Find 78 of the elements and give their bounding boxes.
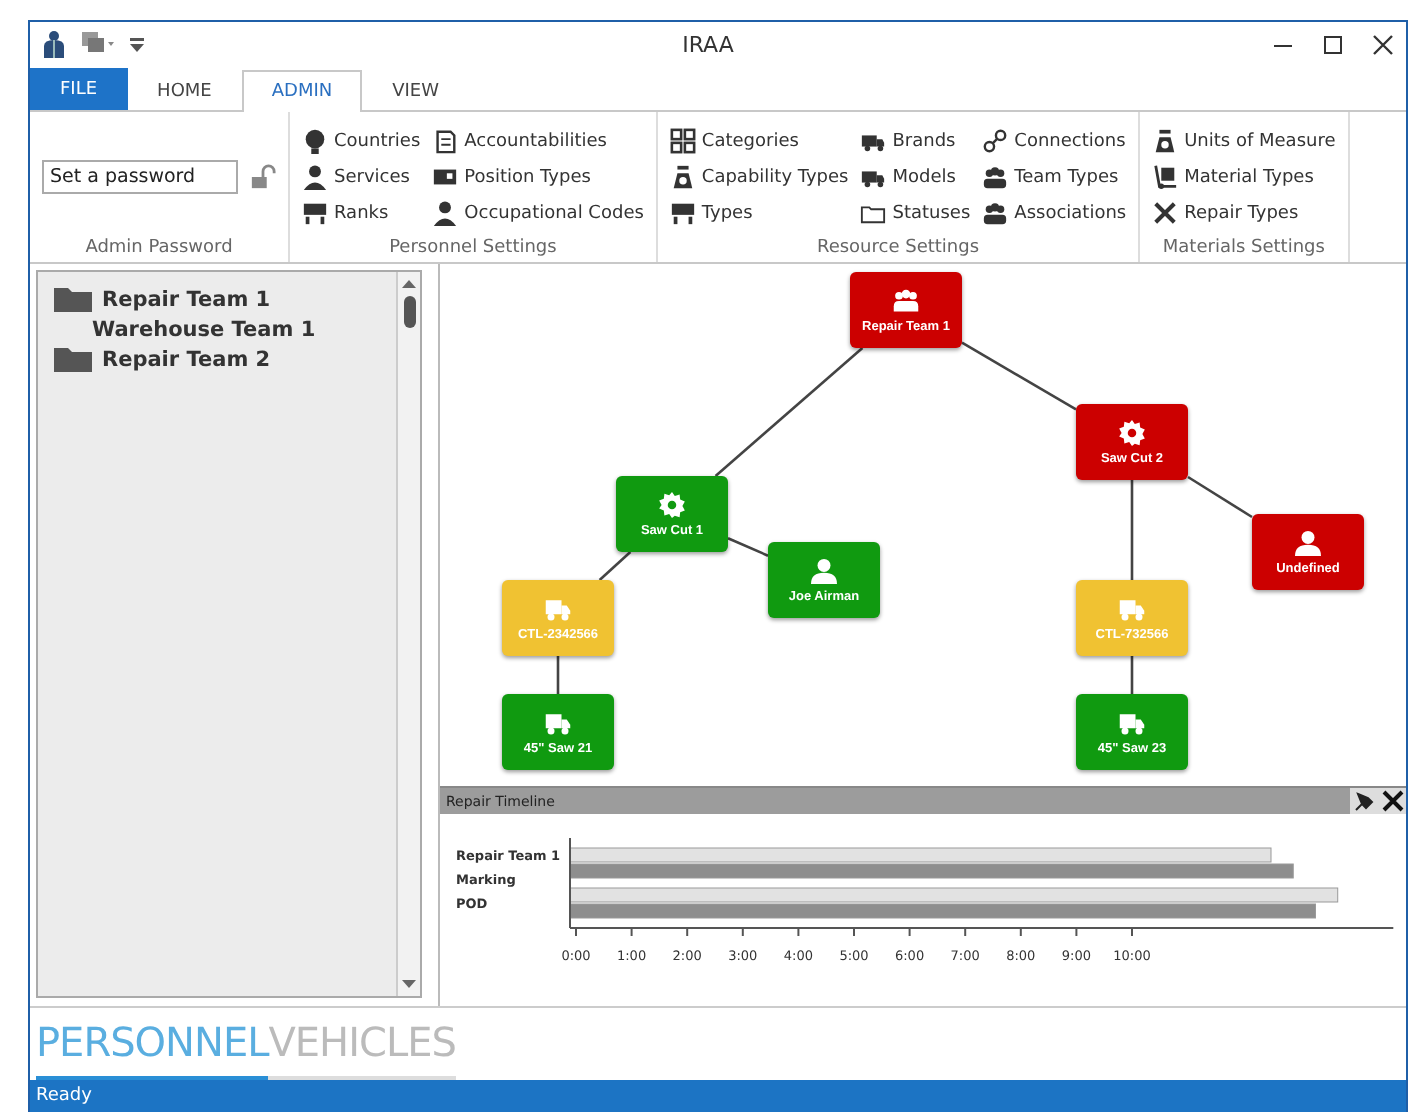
people-icon [892,287,920,313]
ribbon-command[interactable]: Types [669,198,849,228]
ribbon-tab[interactable]: VIEW [362,70,470,110]
group-title: Resource Settings [814,238,982,262]
card-icon [432,164,459,190]
ribbon-command[interactable]: Accountabilities [432,126,644,156]
ribbon-command[interactable]: Team Types [982,162,1127,192]
unlocked-padlock-icon [250,164,276,190]
tree-item[interactable]: Repair Team 1 [54,284,397,314]
ribbon-command[interactable]: Countries [302,126,421,156]
ribbon-command[interactable]: Ranks [302,198,421,228]
ribbon-command[interactable]: Statuses [860,198,971,228]
gear-icon [658,491,686,517]
ribbon-command[interactable]: Position Types [432,162,644,192]
person-icon [302,164,328,190]
connector-line [1130,656,1134,694]
ribbon-tab[interactable]: HOME [127,70,242,110]
scroll-thumb[interactable] [403,296,416,328]
ribbon-command[interactable]: Associations [982,198,1127,228]
ribbon-command[interactable]: Material Types [1152,162,1336,192]
folder-icon [54,286,94,312]
truck-icon [1118,709,1146,735]
window-title: IRAA [680,31,736,57]
connector-line [598,551,632,581]
folder-icon [54,346,94,372]
truck-icon [544,709,572,735]
group-title: Admin Password [83,238,235,262]
connector-line [1130,480,1134,580]
gear-icon [1118,419,1146,445]
connector-line [961,341,1077,411]
status-text: Ready [30,1080,1406,1112]
close-button[interactable] [1378,788,1406,814]
ribbon-command[interactable]: Brands [860,126,971,156]
truck-icon [1118,595,1146,621]
people-icon [982,164,1009,190]
pin-button[interactable] [1350,788,1378,814]
maximize-icon[interactable] [1322,33,1344,55]
tree-item[interactable]: Warehouse Team 1 [54,314,397,344]
scrollbar[interactable] [396,272,421,996]
ribbon-tab[interactable]: FILE [30,68,128,110]
close-icon [1381,790,1403,812]
person-icon [432,200,459,226]
group-title: Personnel Settings [387,238,559,262]
person-icon [810,557,838,583]
tree-item[interactable]: Repair Team 2 [54,344,397,374]
ribbon-command[interactable]: Models [860,162,971,192]
document-icon [432,128,459,154]
link-icon [982,128,1009,154]
windows-stack-icon[interactable] [82,32,114,56]
ribbon-command[interactable]: Occupational Codes [432,198,644,228]
table-icon [669,200,696,226]
y-axis [569,837,571,929]
app-logo-icon [42,30,66,58]
password-field[interactable]: Set a password [42,160,238,194]
people-icon [982,200,1009,226]
pin-icon [1353,790,1375,812]
connector-line [1187,475,1253,519]
scale-icon [669,164,696,190]
scroll-up-icon[interactable] [402,278,417,290]
ribbon-command[interactable]: Repair Types [1152,198,1336,228]
connector-line [727,537,769,557]
group-title: Materials Settings [1160,238,1327,262]
scroll-down-icon[interactable] [402,978,417,990]
ribbon-command[interactable]: Connections [982,126,1127,156]
hand-truck-icon [1152,164,1179,190]
truck-icon [544,595,572,621]
ribbon-command[interactable]: Services [302,162,421,192]
ribbon-command[interactable]: Categories [669,126,849,156]
close-icon[interactable] [1372,33,1394,55]
ribbon-command[interactable]: Units of Measure [1152,126,1336,156]
connector-line [556,656,560,694]
table-icon [302,200,328,226]
ribbon-tab[interactable]: ADMIN [241,70,363,112]
scale-icon [1152,128,1179,154]
person-icon [1294,529,1322,555]
ribbon-command[interactable]: Capability Types [669,162,849,192]
grid-icon [669,128,696,154]
customize-toolbar-icon[interactable] [130,36,144,52]
